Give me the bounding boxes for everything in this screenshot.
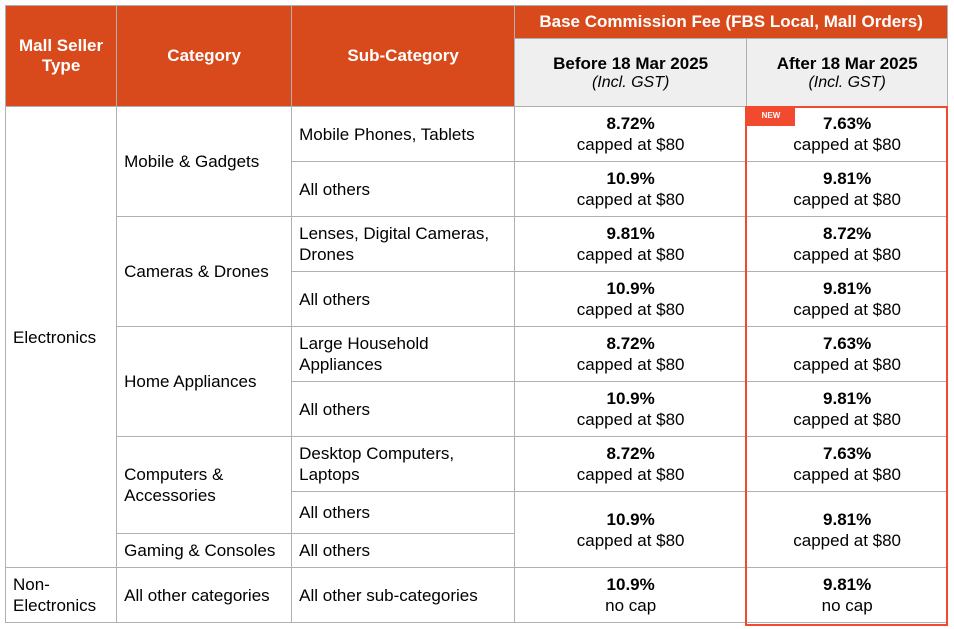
fee-before: 10.9% capped at $80 [514, 381, 748, 437]
fee-before: 8.72% capped at $80 [514, 106, 748, 162]
fee-before: 8.72% capped at $80 [514, 326, 748, 382]
header-after: After 18 Mar 2025 (Incl. GST) [746, 38, 949, 107]
sub-category-cell: All others [291, 161, 516, 217]
fee-after: 9.81% capped at $80 [746, 491, 949, 568]
category-cell: All other categories [116, 567, 293, 623]
category-cell: Computers & Accessories [116, 436, 293, 534]
seller-type-electronics: Electronics [4, 106, 118, 568]
header-seller-type: Mall Seller Type [4, 5, 118, 107]
fee-after: 9.81% no cap [746, 567, 949, 623]
commission-table: Mall Seller Type Category Sub-Category B… [4, 5, 949, 623]
fee-after: 7.63% capped at $80 [746, 326, 949, 382]
fee-after: 8.72% capped at $80 [746, 216, 949, 272]
category-cell: Mobile & Gadgets [116, 106, 293, 217]
fee-after: 9.81% capped at $80 [746, 161, 949, 217]
header-category: Category [116, 5, 293, 107]
fee-before: 10.9% capped at $80 [514, 491, 748, 568]
header-sub-category: Sub-Category [291, 5, 516, 107]
fee-before: 8.72% capped at $80 [514, 436, 748, 492]
new-badge: NEW [747, 108, 795, 126]
sub-category-cell: All others [291, 271, 516, 327]
sub-category-cell: Mobile Phones, Tablets [291, 106, 516, 162]
sub-category-cell: Desktop Computers, Laptops [291, 436, 516, 492]
header-before: Before 18 Mar 2025 (Incl. GST) [514, 38, 748, 107]
sub-category-cell: All other sub-categories [291, 567, 516, 623]
fee-after: 9.81% capped at $80 [746, 381, 949, 437]
fee-after: 7.63% capped at $80 [746, 436, 949, 492]
fee-after: 9.81% capped at $80 [746, 271, 949, 327]
seller-type-non-electronics: Non-Electronics [4, 567, 118, 623]
sub-category-cell: Lenses, Digital Cameras, Drones [291, 216, 516, 272]
category-cell: Home Appliances [116, 326, 293, 437]
sub-category-cell: All others [291, 491, 516, 534]
fee-before: 10.9% no cap [514, 567, 748, 623]
fee-before: 10.9% capped at $80 [514, 161, 748, 217]
fee-before: 10.9% capped at $80 [514, 271, 748, 327]
header-fee-group: Base Commission Fee (FBS Local, Mall Ord… [514, 5, 949, 39]
fee-before: 9.81% capped at $80 [514, 216, 748, 272]
sub-category-cell: All others [291, 533, 516, 568]
category-cell: Gaming & Consoles [116, 533, 293, 568]
sub-category-cell: Large Household Appliances [291, 326, 516, 382]
category-cell: Cameras & Drones [116, 216, 293, 327]
sub-category-cell: All others [291, 381, 516, 437]
